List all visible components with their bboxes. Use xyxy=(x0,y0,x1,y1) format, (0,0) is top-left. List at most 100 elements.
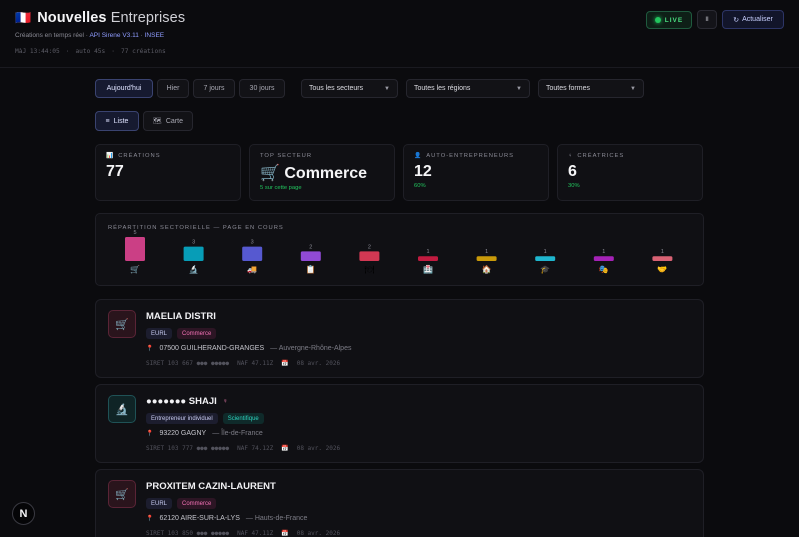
legal-form-badge: EURL xyxy=(146,498,173,509)
page-subtitle: Créations en temps réel · API Sirene V3.… xyxy=(15,32,164,39)
form-select[interactable]: Toutes formes ▼ xyxy=(538,79,644,98)
pin-icon: 📍 xyxy=(146,346,154,352)
region-name: — Auvergne-Rhône-Alpes xyxy=(270,345,352,352)
chart-title: RÉPARTITION SECTORIELLE — PAGE EN COURS xyxy=(108,225,284,231)
legal-form-badge: Entrepreneur individuel xyxy=(146,413,218,424)
status-dot: · xyxy=(111,48,115,55)
sector-category-icon: 📋 xyxy=(306,264,316,274)
pin-icon: 📍 xyxy=(146,431,154,437)
bar-value-label: 3 xyxy=(251,240,254,246)
calendar-icon: 📅 xyxy=(281,360,289,367)
company-name-text: ●●●●●●● SHAJI xyxy=(146,396,217,407)
company-tags: Entrepreneur individuel Scientifique xyxy=(146,413,264,424)
creation-date: 08 avr. 2026 xyxy=(296,530,341,537)
list-view-button[interactable]: ≡ Liste xyxy=(95,111,139,131)
company-location: 📍 62120 AIRE-SUR-LA-LYS — Hauts-de-France xyxy=(146,515,307,522)
region-name: — Île-de-France xyxy=(212,430,263,437)
creation-date: 08 avr. 2026 xyxy=(296,360,341,367)
map-view-label: Carte xyxy=(165,117,183,125)
sector-bar[interactable] xyxy=(242,246,263,261)
sector-bar[interactable] xyxy=(125,237,145,261)
stat-label-text: TOP SECTEUR xyxy=(260,153,313,159)
company-name[interactable]: ●●●●●●● SHAJI ♀ xyxy=(146,396,228,407)
sector-category-icon: 🎭 xyxy=(599,265,609,274)
sector-bar[interactable] xyxy=(359,251,380,261)
company-location: 📍 07500 GUILHERAND-GRANGES — Auvergne-Rhôn… xyxy=(146,345,351,352)
bar-value-label: 3 xyxy=(192,240,195,246)
siret-number: SIRET 103 850 ●●● ●●●●● xyxy=(146,530,230,537)
chart-icon: 📊 xyxy=(106,153,115,159)
stat-label: TOP SECTEUR xyxy=(260,153,384,159)
stat-card-top-sector: TOP SECTEUR 🛒 Commerce 5 sur cette page xyxy=(249,144,395,201)
app-menu-button[interactable]: N xyxy=(12,502,35,525)
stat-value: 6 xyxy=(568,163,577,180)
live-toggle-button[interactable]: LIVE xyxy=(646,11,692,29)
pause-button[interactable]: II xyxy=(697,10,717,29)
stat-label-text: AUTO-ENTREPRENEURS xyxy=(426,153,515,159)
calendar-icon: 📅 xyxy=(281,445,289,452)
company-name[interactable]: PROXITEM CAZIN-LAURENT xyxy=(146,481,276,492)
calendar-icon: 📅 xyxy=(281,530,289,537)
subtitle-text: Créations en temps réel · xyxy=(15,32,88,39)
sector-bar[interactable] xyxy=(300,251,321,261)
app-header: 🇫🇷 Nouvelles Entreprises Créations en te… xyxy=(0,0,799,68)
stat-label: 📊 CRÉATIONS xyxy=(106,153,230,159)
sector-badge: Scientifique xyxy=(222,413,264,424)
company-row[interactable]: 🛒 PROXITEM CAZIN-LAURENT EURL Commerce 📍 6212… xyxy=(95,469,704,537)
sector-bar[interactable] xyxy=(183,246,204,261)
sector-bar[interactable] xyxy=(652,256,673,261)
bar-value-label: 1 xyxy=(602,249,605,255)
stat-card-creatrices: ♀ CRÉATRICES 6 30% xyxy=(557,144,703,201)
refresh-label: Actualiser xyxy=(742,16,773,23)
list-icon: ≡ xyxy=(105,117,110,125)
creation-date: 08 avr. 2026 xyxy=(296,445,341,452)
company-name[interactable]: MAELIA DISTRI xyxy=(146,311,216,322)
period-yesterday-button[interactable]: Hier xyxy=(157,79,189,98)
period-30days-button[interactable]: 30 jours xyxy=(239,79,285,98)
sector-icon: 🛒 xyxy=(108,480,136,508)
chevron-down-icon: ▼ xyxy=(516,85,522,92)
sector-category-icon: 🤝 xyxy=(657,265,667,274)
company-row[interactable]: 🔬 ●●●●●●● SHAJI ♀ Entrepreneur individuel Sc… xyxy=(95,384,704,463)
live-indicator-icon xyxy=(654,17,661,23)
company-row[interactable]: 🛒 MAELIA DISTRI EURL Commerce 📍 07500 GUILHER… xyxy=(95,299,704,378)
live-label: LIVE xyxy=(664,16,684,24)
region-select[interactable]: Toutes les régions ▼ xyxy=(406,79,530,98)
stat-value: 77 xyxy=(106,163,124,180)
api-sirene-link[interactable]: API Sirene V3.11 xyxy=(89,32,138,39)
form-select-value: Toutes formes xyxy=(546,85,590,92)
sector-bar[interactable] xyxy=(418,256,438,261)
company-location: 📍 93220 GAGNY — Île-de-France xyxy=(146,430,263,437)
creation-count: 77 créations xyxy=(120,48,166,55)
female-icon: ♀ xyxy=(222,398,229,405)
female-icon: ♀ xyxy=(568,153,574,159)
stat-sub: 30% xyxy=(568,183,580,189)
period-7days-button[interactable]: 7 jours xyxy=(193,79,235,98)
pause-icon: II xyxy=(705,16,709,23)
company-tags: EURL Commerce xyxy=(146,328,217,339)
sector-bar[interactable] xyxy=(535,256,556,261)
naf-code: NAF 47.11Z xyxy=(237,530,274,537)
sector-chart-card: 5 🛒 3 🔬 3 🚚 2 📋 2 🍽 1 🏥 1 🏠 1 🎓 1 🎭 1 🤝 RÉPARTITION SECTORI… xyxy=(95,213,704,286)
sector-bar[interactable] xyxy=(593,256,614,261)
sector-category-icon: 🍽 xyxy=(364,265,374,274)
title-row: 🇫🇷 Nouvelles Entreprises xyxy=(15,10,185,26)
sector-bar[interactable] xyxy=(476,256,497,261)
insee-link[interactable]: INSEE xyxy=(145,32,165,39)
region-name: — Hauts-de-France xyxy=(245,515,308,522)
auto-refresh-interval: auto 45s xyxy=(75,48,106,55)
list-view-label: Liste xyxy=(113,117,129,125)
map-view-button[interactable]: 🗺 Carte xyxy=(143,111,193,131)
sector-select[interactable]: Tous les secteurs ▼ xyxy=(301,79,398,98)
sector-category-icon: 🛒 xyxy=(130,264,140,274)
sector-category-icon: 🎓 xyxy=(540,265,550,274)
sector-icon: 🔬 xyxy=(108,395,136,423)
bar-value-label: 1 xyxy=(426,249,429,255)
period-today-button[interactable]: Aujourd'hui xyxy=(95,79,153,98)
legal-form-badge: EURL xyxy=(146,328,173,339)
siret-number: SIRET 103 777 ●●● ●●●●● xyxy=(146,445,230,452)
refresh-button[interactable]: ↻ Actualiser xyxy=(722,10,784,29)
bar-value-label: 2 xyxy=(309,244,312,250)
sector-glyph: 🛒 xyxy=(115,318,129,331)
company-meta: SIRET 103 777 ●●● ●●●●● NAF 74.12Z 📅 08 avr… xyxy=(146,445,340,452)
